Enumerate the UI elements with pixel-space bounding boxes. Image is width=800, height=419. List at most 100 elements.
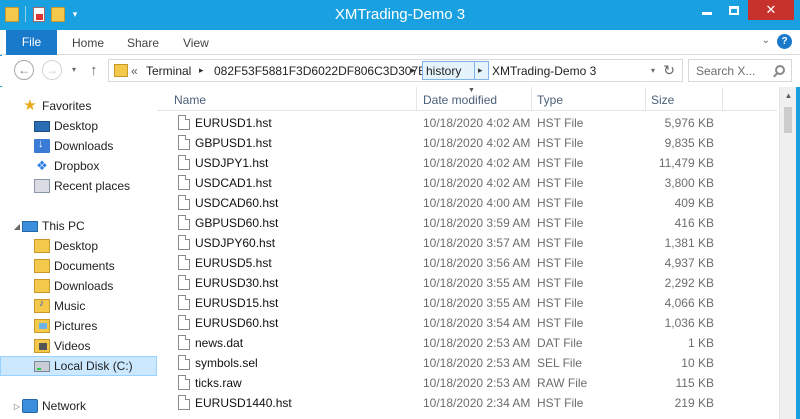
forward-button[interactable]: → — [42, 60, 62, 80]
tab-file[interactable]: File — [6, 30, 57, 55]
tab-view[interactable]: View — [183, 36, 209, 50]
column-divider[interactable] — [722, 87, 723, 111]
breadcrumb-current-folder[interactable]: XMTrading-Demo 3 — [492, 64, 596, 78]
nav-item-recent-places[interactable]: Recent places — [0, 176, 157, 196]
file-date-modified: 10/18/2020 4:02 AM — [423, 176, 531, 190]
breadcrumb-terminal-id[interactable]: 082F53F5881F3D6022DF806C3D307B50 — [214, 64, 440, 78]
file-row[interactable]: USDJPY60.hst 10/18/2020 3:57 AM HST File 1,… — [157, 232, 777, 252]
file-date-modified: 10/18/2020 2:53 AM — [423, 376, 531, 390]
file-type: HST File — [537, 136, 584, 150]
tab-share[interactable]: Share — [127, 36, 159, 50]
file-size: 4,937 KB — [664, 256, 714, 270]
file-icon — [178, 395, 190, 410]
refresh-icon[interactable]: ↻ — [663, 62, 675, 79]
nav-this-pc[interactable]: ◢ This PC — [0, 216, 157, 236]
file-date-modified: 10/18/2020 4:00 AM — [423, 196, 531, 210]
column-divider[interactable] — [531, 87, 532, 111]
file-row[interactable]: USDJPY1.hst 10/18/2020 4:02 AM HST File 11,… — [157, 152, 777, 172]
help-icon[interactable]: ? — [777, 34, 792, 49]
file-row[interactable]: USDCAD60.hst 10/18/2020 4:00 AM HST File 40… — [157, 192, 777, 212]
file-row[interactable]: ticks.raw 10/18/2020 2:53 AM RAW File 115 K… — [157, 372, 777, 392]
breadcrumb-history[interactable]: history — [426, 64, 461, 78]
column-divider[interactable] — [416, 87, 417, 111]
file-row[interactable]: USDCAD1.hst 10/18/2020 4:02 AM HST File 3,8… — [157, 172, 777, 192]
nav-network[interactable]: ▷ Network — [0, 396, 157, 416]
nav-item-desktop[interactable]: Desktop — [0, 116, 157, 136]
nav-item-local-disk[interactable]: Local Disk (C:) — [0, 356, 157, 376]
file-name: EURUSD60.hst — [195, 316, 279, 330]
search-box[interactable]: Search X... — [688, 59, 792, 82]
breadcrumb-arrow-icon[interactable]: ▸ — [199, 65, 204, 76]
breadcrumb-arrow-icon[interactable]: ▸ — [411, 65, 416, 76]
downloads-icon — [34, 138, 50, 153]
file-size: 9,835 KB — [664, 136, 714, 150]
file-type: HST File — [537, 156, 584, 170]
file-name: EURUSD30.hst — [195, 276, 279, 290]
hard-drive-icon — [34, 360, 50, 372]
folder-icon — [34, 239, 50, 253]
file-icon — [178, 275, 190, 290]
file-name: GBPUSD60.hst — [195, 216, 279, 230]
close-button[interactable]: ✕ — [748, 0, 794, 20]
nav-item-music[interactable]: Music — [0, 296, 157, 316]
nav-item-documents[interactable]: Documents — [0, 256, 157, 276]
file-type: HST File — [537, 236, 584, 250]
breadcrumb-terminal[interactable]: Terminal — [146, 64, 191, 78]
vertical-scrollbar[interactable]: ▲ — [779, 87, 796, 419]
up-button[interactable]: ↑ — [90, 62, 98, 79]
nav-item-desktop[interactable]: Desktop — [0, 236, 157, 256]
file-icon — [178, 235, 190, 250]
address-dropdown-icon[interactable]: ▾ — [651, 66, 655, 75]
nav-label: Dropbox — [54, 159, 100, 173]
file-row[interactable]: GBPUSD1.hst 10/18/2020 4:02 AM HST File 9,8… — [157, 132, 777, 152]
nav-label: Downloads — [54, 139, 114, 153]
file-row[interactable]: EURUSD60.hst 10/18/2020 3:54 AM HST File 1,… — [157, 312, 777, 332]
file-row[interactable]: EURUSD5.hst 10/18/2020 3:56 AM HST File 4,9… — [157, 252, 777, 272]
column-header-name[interactable]: Name — [174, 93, 206, 107]
nav-item-downloads[interactable]: Downloads — [0, 276, 157, 296]
column-header-date-modified[interactable]: Date modified — [423, 93, 497, 107]
nav-item-pictures[interactable]: Pictures — [0, 316, 157, 336]
file-row[interactable]: symbols.sel 10/18/2020 2:53 AM SEL File 10 … — [157, 352, 777, 372]
file-row[interactable]: EURUSD30.hst 10/18/2020 3:55 AM HST File 2,… — [157, 272, 777, 292]
file-row[interactable]: EURUSD15.hst 10/18/2020 3:55 AM HST File 4,… — [157, 292, 777, 312]
nav-label: Favorites — [42, 99, 92, 113]
address-bar[interactable]: « Terminal ▸ 082F53F5881F3D6022DF806C3D3… — [108, 59, 683, 82]
file-size: 115 KB — [675, 376, 714, 390]
file-type: HST File — [537, 396, 584, 410]
breadcrumb-overflow[interactable]: « — [131, 64, 138, 78]
search-input[interactable]: Search X... — [696, 64, 755, 78]
column-header-type[interactable]: Type — [537, 93, 563, 107]
column-header-size[interactable]: Size — [651, 93, 674, 107]
minimize-button[interactable] — [694, 0, 720, 20]
maximize-icon — [729, 5, 739, 15]
expander-icon[interactable]: ◢ — [12, 222, 22, 231]
computer-icon — [22, 220, 38, 232]
nav-item-dropbox[interactable]: ❖ Dropbox — [0, 156, 157, 176]
scrollbar-thumb[interactable] — [784, 107, 792, 133]
file-row[interactable]: EURUSD1.hst 10/18/2020 4:02 AM HST File 5,9… — [157, 112, 777, 132]
minimize-icon — [702, 11, 712, 15]
file-type: HST File — [537, 316, 584, 330]
expand-ribbon-icon[interactable]: ⌄ — [762, 35, 770, 46]
column-divider[interactable] — [645, 87, 646, 111]
file-type: DAT File — [537, 336, 583, 350]
nav-label: Network — [42, 399, 87, 413]
back-button[interactable]: ← — [14, 60, 34, 80]
nav-label: Documents — [54, 259, 115, 273]
file-row[interactable]: news.dat 10/18/2020 2:53 AM DAT File 1 KB — [157, 332, 777, 352]
nav-favorites[interactable]: ★ Favorites — [0, 96, 157, 116]
recent-locations-icon[interactable]: ▾ — [72, 65, 76, 74]
scroll-up-icon[interactable]: ▲ — [780, 87, 797, 104]
title-bar: ▾ XMTrading-Demo 3 ✕ — [0, 0, 800, 30]
close-icon: ✕ — [765, 2, 777, 17]
maximize-button[interactable] — [721, 0, 747, 20]
expander-icon[interactable]: ▷ — [12, 402, 22, 411]
file-row[interactable]: GBPUSD60.hst 10/18/2020 3:59 AM HST File 41… — [157, 212, 777, 232]
breadcrumb-arrow-icon[interactable]: ▸ — [478, 65, 483, 76]
nav-item-videos[interactable]: Videos — [0, 336, 157, 356]
file-size: 10 KB — [681, 356, 714, 370]
nav-item-downloads[interactable]: Downloads — [0, 136, 157, 156]
file-row[interactable]: EURUSD1440.hst 10/18/2020 2:34 AM HST File… — [157, 392, 777, 412]
tab-home[interactable]: Home — [72, 36, 104, 50]
